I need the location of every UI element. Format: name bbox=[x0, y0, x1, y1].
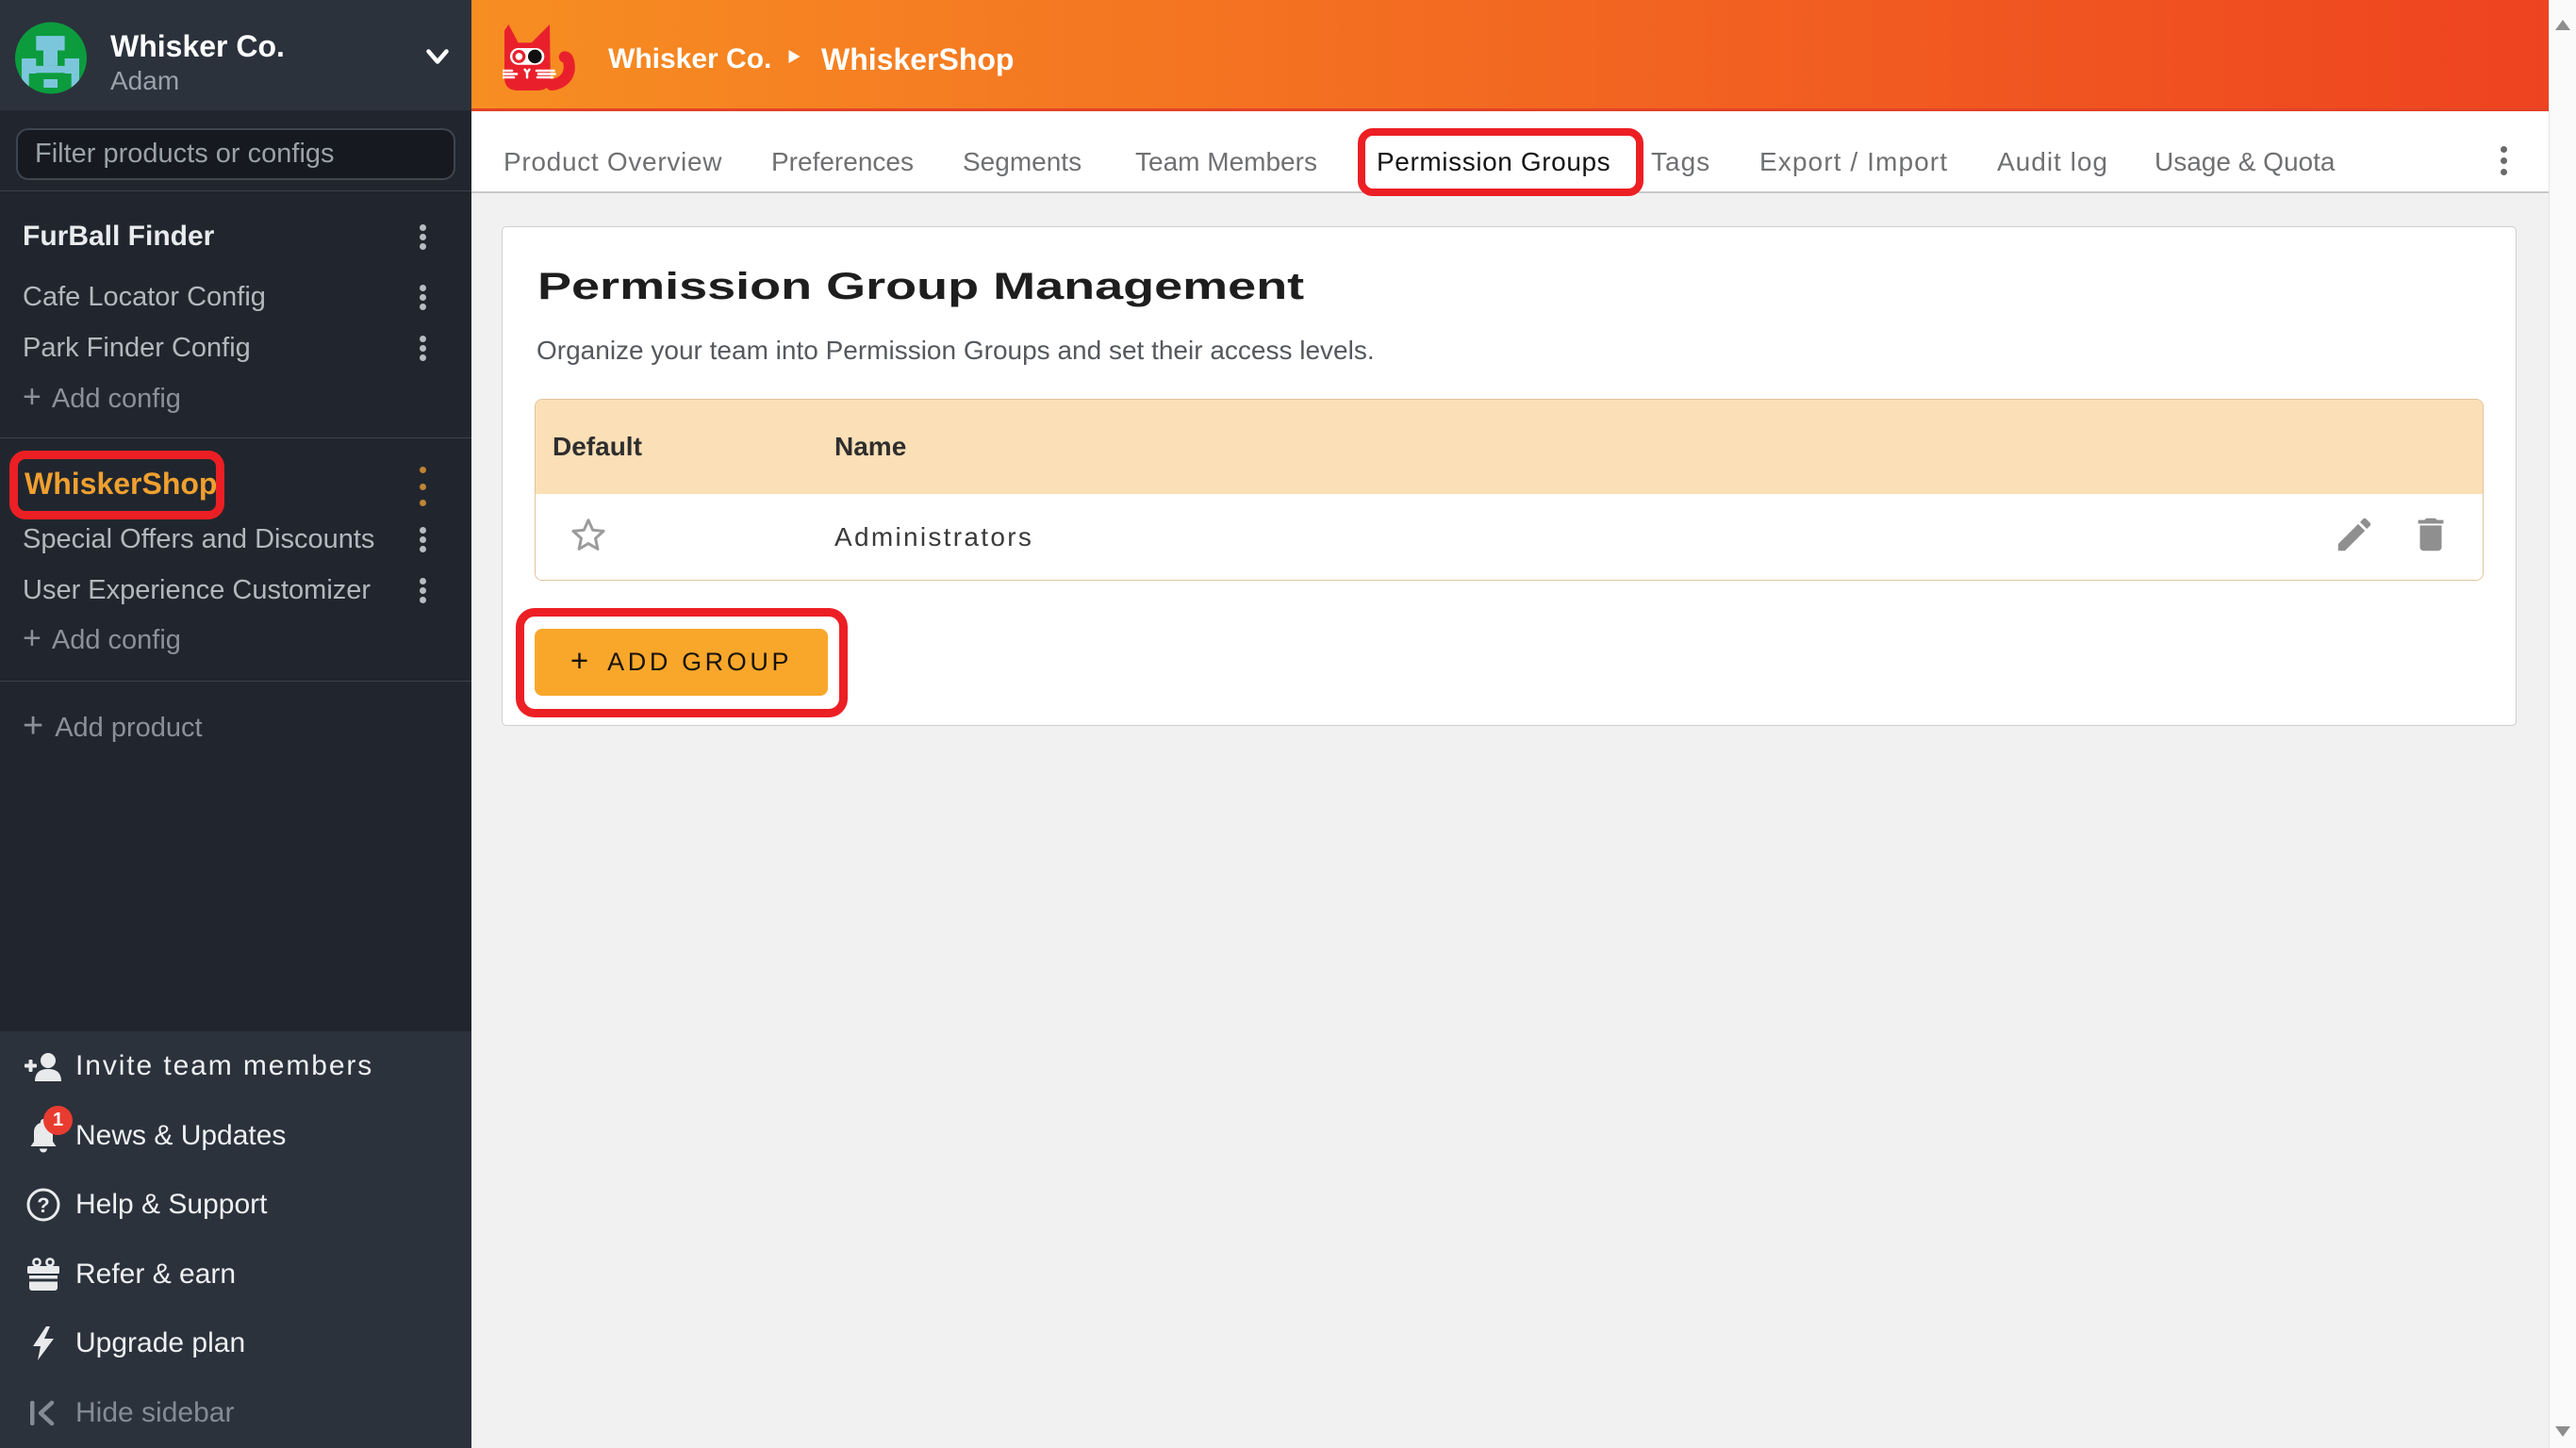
svg-text:?: ? bbox=[37, 1193, 49, 1217]
